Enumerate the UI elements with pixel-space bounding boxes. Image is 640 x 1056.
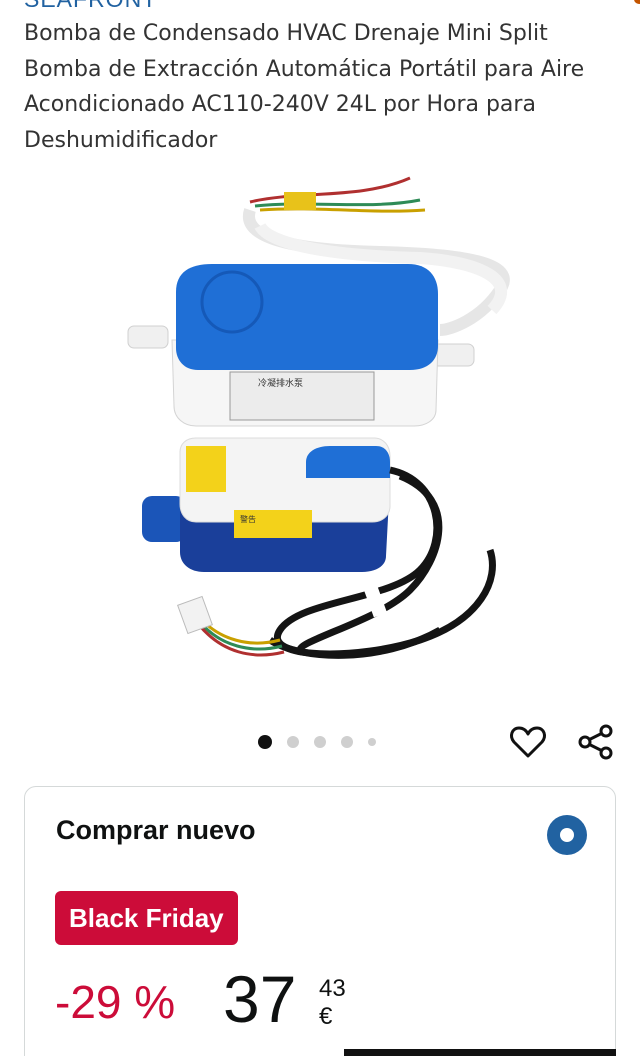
carousel-dot-1[interactable] <box>258 735 272 749</box>
carousel-dot-4[interactable] <box>341 736 353 748</box>
buy-new-heading: Comprar nuevo <box>56 815 256 845</box>
carousel-dot-2[interactable] <box>287 736 299 748</box>
carousel-dot-5[interactable] <box>368 738 376 746</box>
discount-percent: -29 % <box>55 976 176 1028</box>
heart-icon[interactable] <box>508 722 548 762</box>
image-carousel-dots[interactable] <box>258 734 391 750</box>
price-fraction: 43 € <box>319 975 346 1030</box>
bottom-sheet-edge <box>344 1049 616 1056</box>
svg-text:冷凝排水泵: 冷凝排水泵 <box>258 377 303 389</box>
reservoir-unit-graphic: 冷凝排水泵 <box>127 264 475 427</box>
share-icon[interactable] <box>576 722 616 762</box>
brand-link[interactable]: SEAFRONT <box>24 0 157 13</box>
carousel-dot-3[interactable] <box>314 736 326 748</box>
deal-badge: Black Friday <box>55 891 238 945</box>
buy-box-card[interactable]: Comprar nuevo Black Friday -29 % 37 43 € <box>24 786 616 1056</box>
product-title: Bomba de Condensado HVAC Drenaje Mini Sp… <box>24 21 585 153</box>
product-page: SEAFRONT Bomba de Condensado HVAC Drenaj… <box>0 0 640 1056</box>
buy-new-radio[interactable] <box>547 815 587 855</box>
pump-unit-graphic: 警告 <box>142 437 391 572</box>
product-image[interactable]: 冷凝排水泵 警告 <box>0 168 640 708</box>
svg-text:警告: 警告 <box>240 514 256 524</box>
wires-graphic <box>249 176 426 213</box>
connector-graphic <box>177 595 285 657</box>
price-whole: 37 <box>223 962 297 1036</box>
notification-dot <box>634 0 640 4</box>
